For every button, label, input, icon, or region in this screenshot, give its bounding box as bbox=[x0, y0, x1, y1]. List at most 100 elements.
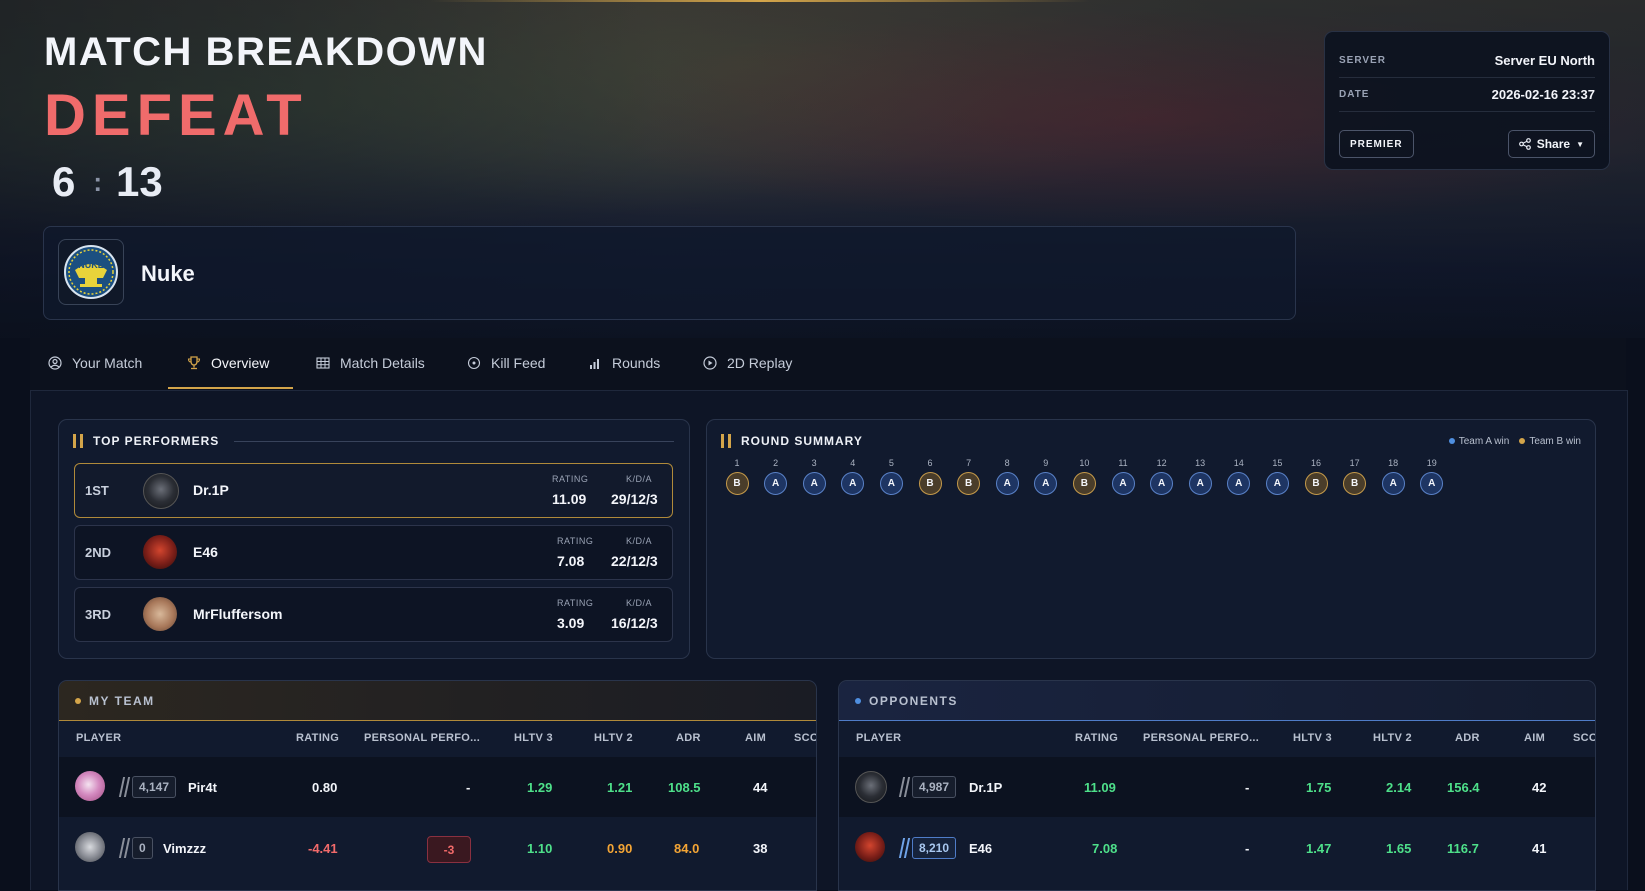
performer-rating: 7.08 bbox=[557, 553, 585, 569]
table-row[interactable]: 4,987 Dr.1P 11.09 - 1.75 2.14 156.4 42 bbox=[839, 757, 1595, 817]
round-number: 14 bbox=[1233, 458, 1244, 468]
round-item[interactable]: 11 A bbox=[1111, 458, 1135, 495]
round-item[interactable]: 17 B bbox=[1343, 458, 1367, 495]
player-name[interactable]: E46 bbox=[969, 841, 992, 856]
top-performers-title: TOP PERFORMERS bbox=[93, 434, 220, 448]
premier-mode-button[interactable]: PREMIER bbox=[1339, 130, 1414, 158]
player-name[interactable]: Pir4t bbox=[188, 780, 217, 795]
col-score[interactable]: SCO bbox=[794, 732, 816, 744]
player-name[interactable]: Dr.1P bbox=[969, 780, 1002, 795]
col-personal[interactable]: PERSONAL PERFO... bbox=[364, 732, 480, 744]
tab-your-match[interactable]: Your Match bbox=[48, 338, 142, 388]
performer-row[interactable]: 3RD MrFluffersom RATING K/D/A 3.09 16/12… bbox=[74, 587, 673, 642]
server-row: SERVER Server EU North bbox=[1339, 44, 1595, 78]
aim: 41 bbox=[1532, 841, 1547, 856]
col-player[interactable]: PLAYER bbox=[856, 732, 901, 744]
round-item[interactable]: 18 A bbox=[1381, 458, 1405, 495]
header-rule bbox=[234, 441, 674, 442]
date-label: DATE bbox=[1339, 89, 1370, 100]
round-winner-chip: B bbox=[918, 472, 942, 495]
col-adr[interactable]: ADR bbox=[676, 732, 701, 744]
round-item[interactable]: 7B bbox=[957, 458, 981, 495]
tab-kill-feed-label: Kill Feed bbox=[491, 355, 546, 371]
play-circle-icon bbox=[703, 356, 717, 370]
col-hltv3[interactable]: HLTV 3 bbox=[514, 732, 553, 744]
elo-value: 8,210 bbox=[912, 837, 957, 859]
round-item[interactable]: 12 A bbox=[1150, 458, 1174, 495]
round-winner-chip: B bbox=[1072, 472, 1096, 495]
col-score[interactable]: SCO bbox=[1573, 732, 1595, 744]
col-player[interactable]: PLAYER bbox=[76, 732, 121, 744]
performer-rank: 2ND bbox=[85, 545, 112, 560]
round-item[interactable]: 14 A bbox=[1227, 458, 1251, 495]
round-item[interactable]: 10 B bbox=[1072, 458, 1096, 495]
performer-row[interactable]: 1ST Dr.1P RATING K/D/A 11.09 29/12/3 bbox=[74, 463, 673, 518]
player-rating: 0.80 bbox=[312, 780, 338, 795]
round-number: 2 bbox=[773, 458, 779, 468]
my-team-header: MY TEAM bbox=[59, 681, 816, 721]
date-row: DATE 2026-02-16 23:37 bbox=[1339, 78, 1595, 112]
round-winner-chip: B bbox=[957, 472, 981, 495]
tab-kill-feed[interactable]: Kill Feed bbox=[467, 338, 545, 388]
round-item[interactable]: 3A bbox=[802, 458, 826, 495]
personal-perf: - bbox=[466, 780, 471, 795]
tab-rounds[interactable]: Rounds bbox=[588, 338, 660, 388]
tab-2d-replay[interactable]: 2D Replay bbox=[703, 338, 792, 388]
team-dot-icon bbox=[855, 697, 861, 704]
col-aim[interactable]: AIM bbox=[745, 732, 766, 744]
col-adr[interactable]: ADR bbox=[1455, 732, 1480, 744]
col-rating[interactable]: RATING bbox=[1075, 732, 1118, 744]
round-item[interactable]: 2A bbox=[764, 458, 788, 495]
server-value: Server EU North bbox=[1494, 53, 1595, 68]
round-item[interactable]: 19 A bbox=[1420, 458, 1444, 495]
round-summary-header: ROUND SUMMARY bbox=[721, 434, 863, 448]
score-right: 13 bbox=[116, 158, 163, 205]
round-item[interactable]: 5A bbox=[879, 458, 903, 495]
col-aim[interactable]: AIM bbox=[1524, 732, 1545, 744]
round-item[interactable]: 6B bbox=[918, 458, 942, 495]
performer-row[interactable]: 2ND E46 RATING K/D/A 7.08 22/12/3 bbox=[74, 525, 673, 580]
col-hltv2[interactable]: HLTV 2 bbox=[1373, 732, 1412, 744]
share-icon bbox=[1518, 138, 1531, 150]
round-summary-title: ROUND SUMMARY bbox=[741, 434, 863, 448]
round-legend: Team A win Team B win bbox=[1449, 436, 1581, 447]
round-winner-chip: A bbox=[802, 472, 826, 495]
performer-rank: 1ST bbox=[85, 483, 109, 498]
table-row[interactable]: 4,147 Pir4t 0.80 - 1.29 1.21 108.5 44 bbox=[59, 757, 816, 817]
tab-overview[interactable]: Overview bbox=[187, 338, 269, 388]
round-number: 16 bbox=[1310, 458, 1321, 468]
hltv3: 1.75 bbox=[1306, 780, 1332, 795]
trophy-icon bbox=[187, 356, 201, 370]
player-name[interactable]: Vimzzz bbox=[163, 841, 206, 856]
table-row[interactable]: 8,210 E46 7.08 - 1.47 1.65 116.7 41 bbox=[839, 818, 1595, 878]
player-rating: 11.09 bbox=[1084, 780, 1116, 795]
share-button[interactable]: Share ▼ bbox=[1507, 130, 1595, 158]
round-item[interactable]: 4A bbox=[841, 458, 865, 495]
my-team-title: MY TEAM bbox=[89, 693, 155, 708]
section-marker bbox=[73, 434, 83, 448]
round-winner-chip: A bbox=[1034, 472, 1058, 495]
tab-2d-replay-label: 2D Replay bbox=[727, 355, 793, 371]
round-item[interactable]: 1B bbox=[725, 458, 749, 495]
round-item[interactable]: 9A bbox=[1034, 458, 1058, 495]
table-row[interactable]: 0 Vimzzz -4.41 -3 1.10 0.90 84.0 38 bbox=[59, 818, 816, 878]
col-hltv3[interactable]: HLTV 3 bbox=[1293, 732, 1332, 744]
player-rating: -4.41 bbox=[308, 841, 338, 856]
round-winner-chip: A bbox=[995, 472, 1019, 495]
round-item[interactable]: 13 A bbox=[1188, 458, 1212, 495]
round-item[interactable]: 8A bbox=[995, 458, 1019, 495]
round-winner-chip: A bbox=[1265, 472, 1289, 495]
col-personal[interactable]: PERSONAL PERFO... bbox=[1143, 732, 1259, 744]
hltv2: 1.65 bbox=[1386, 841, 1412, 856]
tab-overview-label: Overview bbox=[211, 355, 270, 371]
tab-bar: Your Match Overview Match Details Kill F… bbox=[30, 338, 1626, 390]
round-winner-chip: A bbox=[1111, 472, 1135, 495]
col-hltv2[interactable]: HLTV 2 bbox=[594, 732, 633, 744]
col-rating[interactable]: RATING bbox=[296, 732, 339, 744]
round-number: 7 bbox=[966, 458, 972, 468]
tab-match-details[interactable]: Match Details bbox=[316, 338, 425, 388]
round-winner-chip: A bbox=[879, 472, 903, 495]
avatar bbox=[143, 597, 177, 631]
round-item[interactable]: 15 A bbox=[1265, 458, 1289, 495]
round-item[interactable]: 16 B bbox=[1304, 458, 1328, 495]
